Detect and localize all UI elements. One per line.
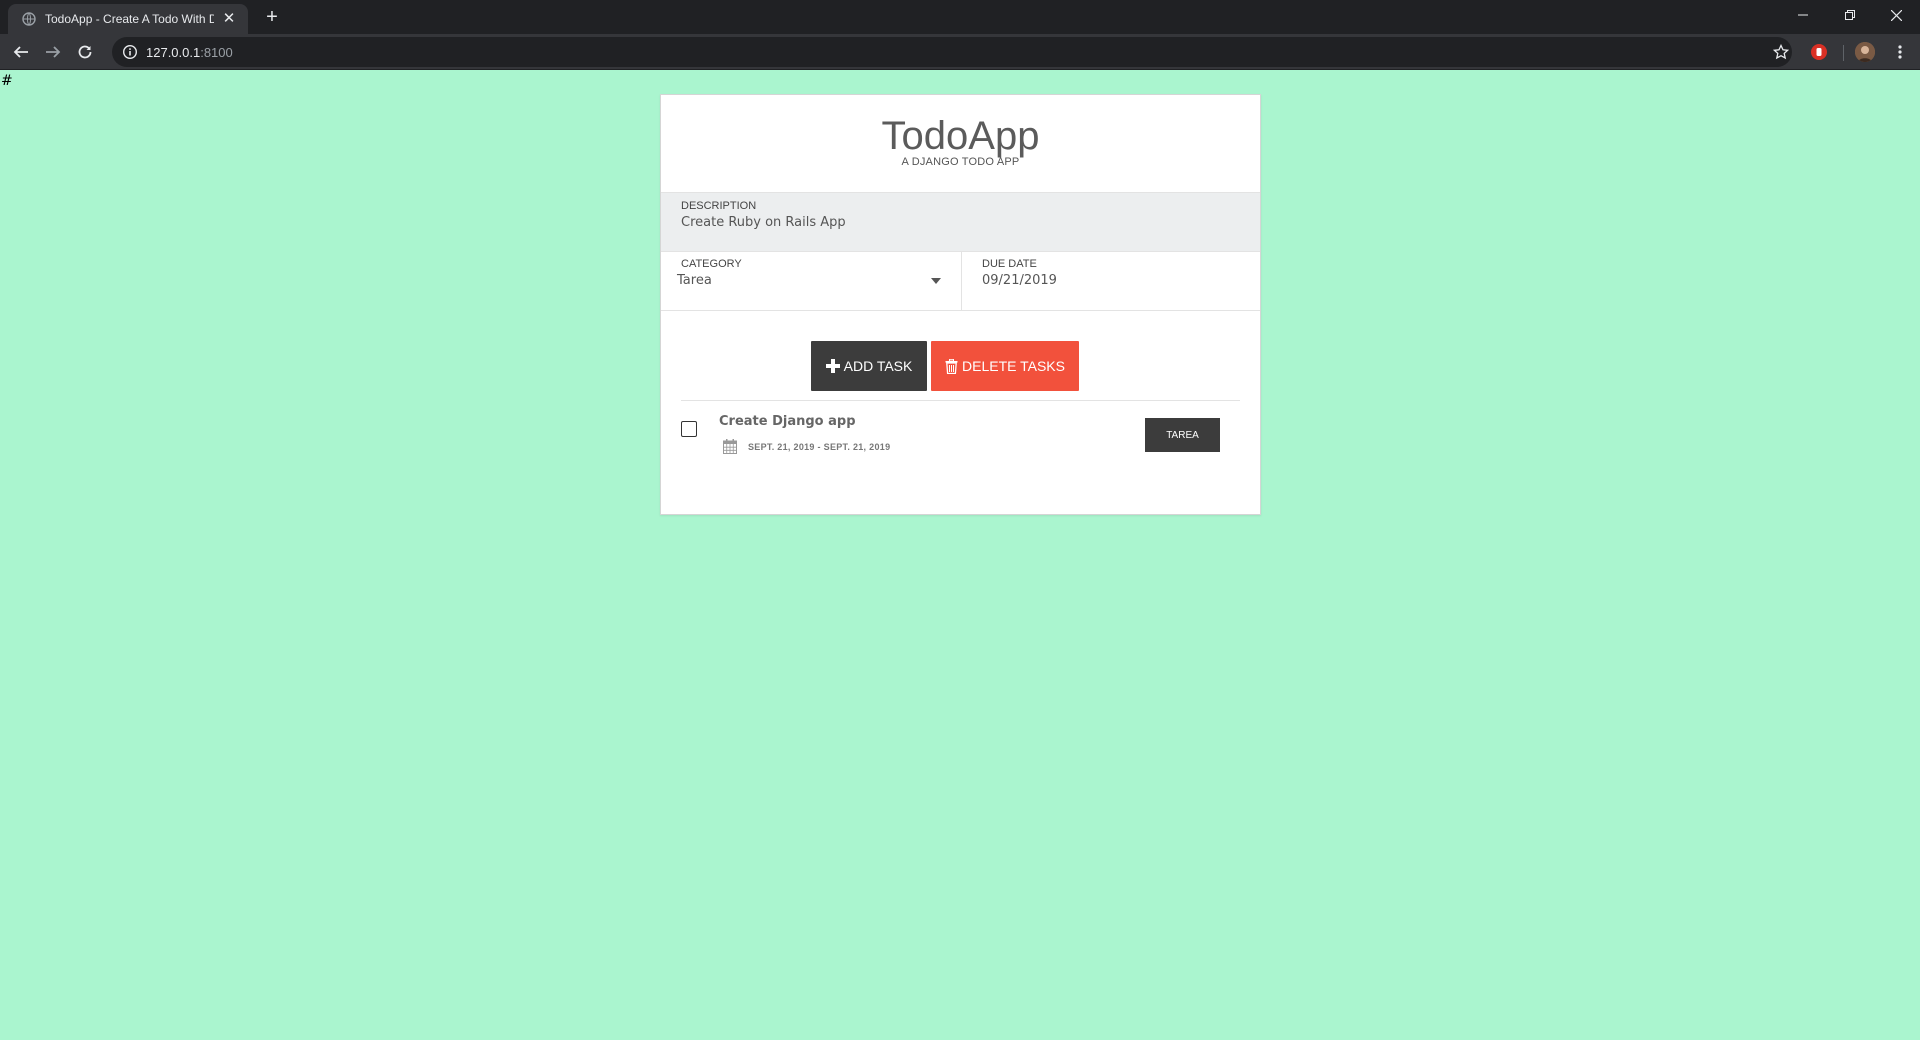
url-port: :8100 [200, 44, 233, 60]
minimize-icon [1798, 14, 1808, 16]
trash-icon [945, 358, 958, 374]
list-divider [681, 400, 1240, 401]
action-buttons: ADD TASK DELETE TASKS [661, 341, 1260, 391]
bookmark-button[interactable] [1768, 39, 1794, 65]
arrow-left-icon [13, 46, 28, 58]
profile-avatar[interactable] [1855, 42, 1875, 62]
extension-button[interactable] [1808, 41, 1830, 63]
close-window-button[interactable] [1873, 0, 1919, 30]
reload-button[interactable] [72, 39, 98, 65]
browser-tab[interactable]: TodoApp - Create A Todo With Django ✕ [8, 4, 248, 34]
category-due-row: CATEGORY Tarea DUE DATE 09/21/2019 [661, 252, 1260, 311]
due-date-input[interactable]: 09/21/2019 [982, 273, 1240, 288]
description-input[interactable]: Create Ruby on Rails App [681, 215, 1240, 230]
url-host: 127.0.0.1 [146, 44, 201, 60]
reload-icon [78, 45, 92, 59]
browser-toolbar: 127.0.0.1:8100 [0, 34, 1920, 70]
star-icon [1773, 44, 1789, 60]
hash-text: # [1, 73, 13, 89]
more-vertical-icon [1898, 45, 1902, 59]
address-bar[interactable]: 127.0.0.1:8100 [112, 37, 1792, 67]
delete-tasks-button[interactable]: DELETE TASKS [931, 341, 1079, 391]
task-checkbox[interactable] [681, 421, 697, 437]
category-field[interactable]: CATEGORY Tarea [661, 252, 962, 310]
task-title: Create Django app [719, 414, 856, 429]
minimize-button[interactable] [1780, 0, 1826, 30]
restore-button[interactable] [1827, 0, 1873, 30]
globe-icon [22, 12, 36, 26]
task-category-badge[interactable]: TAREA [1145, 418, 1220, 452]
caret-down-icon[interactable] [931, 278, 941, 284]
close-icon [1890, 9, 1902, 21]
restore-icon [1845, 10, 1855, 20]
description-field[interactable]: DESCRIPTION Create Ruby on Rails App [661, 192, 1260, 252]
page-title: TodoApp [881, 114, 1040, 158]
tab-close-icon[interactable]: ✕ [220, 10, 238, 28]
todo-card: TodoApp A DJANGO TODO APP DESCRIPTION Cr… [660, 94, 1261, 515]
task-dates: SEPT. 21, 2019 - SEPT. 21, 2019 [748, 442, 891, 452]
toolbar-separator [1843, 45, 1844, 61]
forward-button[interactable] [40, 39, 66, 65]
task-item: Create Django app SEPT. 21, 2019 - SEPT.… [681, 409, 1240, 469]
category-label: CATEGORY [681, 258, 742, 270]
arrow-right-icon [46, 46, 61, 58]
category-select[interactable]: Tarea [677, 273, 941, 288]
plus-icon [825, 359, 840, 373]
card-header: TodoApp A DJANGO TODO APP [661, 95, 1260, 192]
add-task-button[interactable]: ADD TASK [811, 341, 927, 391]
delete-tasks-label: DELETE TASKS [962, 358, 1065, 374]
browser-tabstrip: TodoApp - Create A Todo With Django ✕ + [0, 0, 1920, 34]
url-text: 127.0.0.1:8100 [146, 45, 233, 60]
due-date-label: DUE DATE [982, 258, 1037, 270]
page-subtitle: A DJANGO TODO APP [901, 156, 1020, 168]
due-date-field[interactable]: DUE DATE 09/21/2019 [962, 252, 1260, 310]
calendar-icon [723, 439, 737, 454]
browser-menu-button[interactable] [1888, 39, 1912, 65]
back-button[interactable] [8, 39, 34, 65]
tab-title: TodoApp - Create A Todo With Django [45, 12, 214, 26]
avatar-icon [1855, 42, 1875, 62]
info-icon[interactable] [122, 44, 138, 60]
stop-hand-icon [1811, 44, 1827, 60]
add-task-label: ADD TASK [843, 358, 913, 374]
description-label: DESCRIPTION [681, 200, 757, 212]
new-tab-button[interactable]: + [260, 6, 284, 30]
